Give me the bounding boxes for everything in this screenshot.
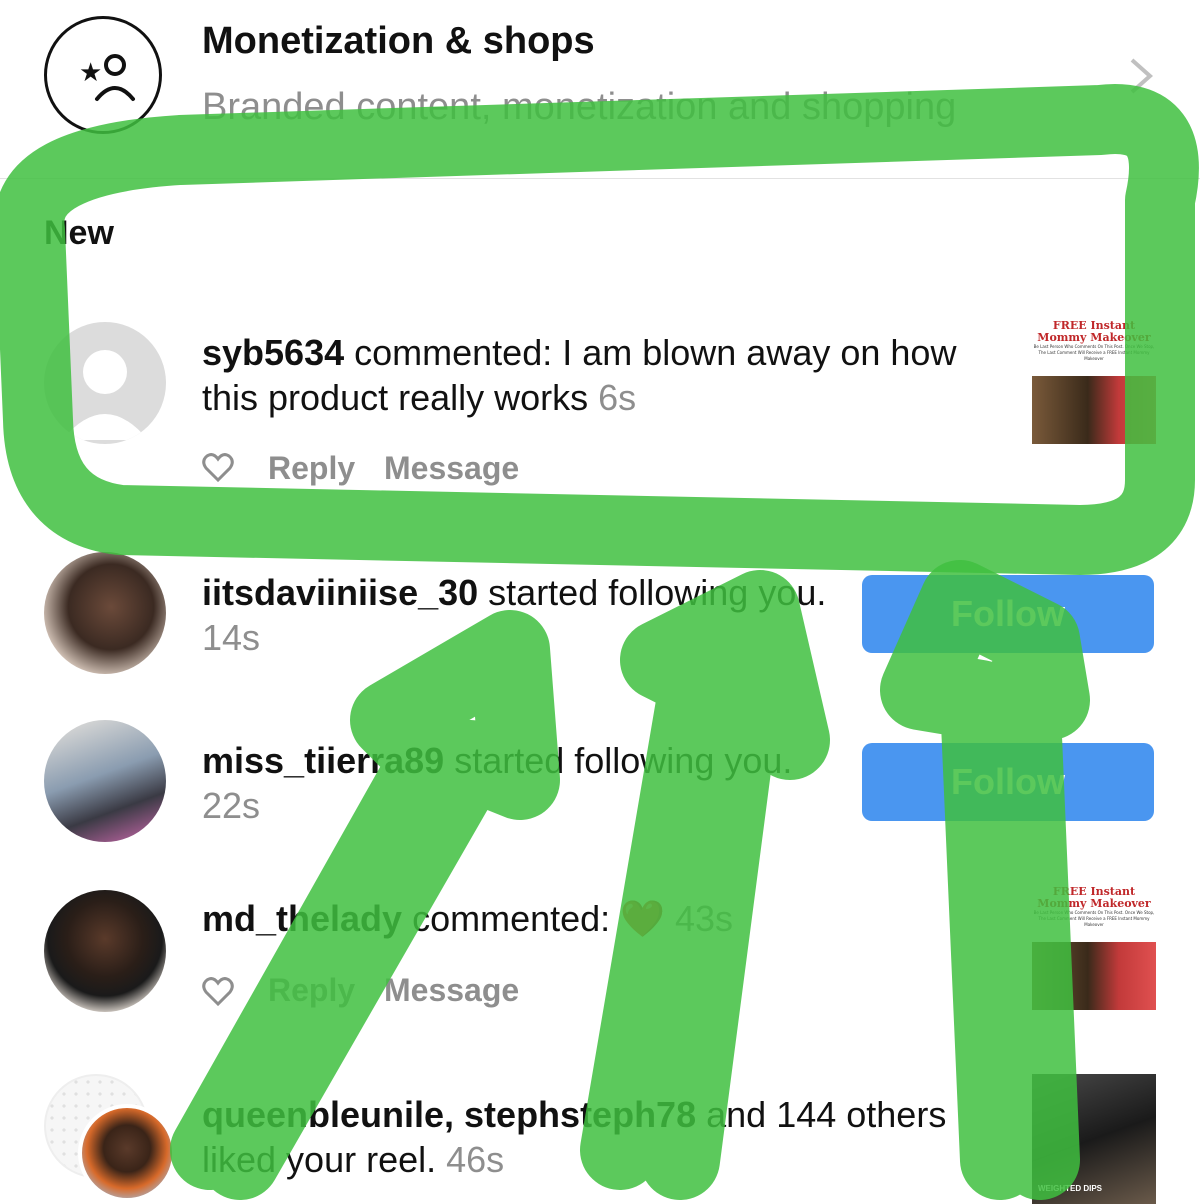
notification-text: started following you.: [454, 740, 793, 781]
timestamp: 14s: [202, 617, 261, 658]
section-header: New: [44, 214, 114, 252]
reply-button[interactable]: Reply: [268, 972, 355, 1009]
default-avatar-icon: [62, 350, 148, 440]
thumbnail-text: Be Last Person Who Comments On This Post…: [1033, 910, 1155, 927]
heart-outline-icon[interactable]: [202, 452, 234, 487]
notification-follow-iitsdaviiniise-30: iitsdaviiniise_30 started following you.…: [202, 570, 842, 660]
username-link[interactable]: queenbleunile, stephsteph78: [202, 1094, 696, 1135]
timestamp: 46s: [446, 1139, 505, 1180]
avatar-syb5634[interactable]: [44, 322, 166, 444]
notification-text: started following you.: [488, 572, 827, 613]
post-thumbnail[interactable]: FREE Instant Mommy Makeover Be Last Pers…: [1032, 886, 1156, 1010]
username-link[interactable]: md_thelady: [202, 898, 402, 939]
thumbnail-title: FREE Instant Mommy Makeover: [1037, 320, 1151, 344]
avatar-miss-tiierra89[interactable]: [44, 720, 166, 842]
message-button[interactable]: Message: [384, 450, 519, 487]
thumbnail-photo: [1032, 942, 1156, 1010]
reel-caption: WEIGHTED DIPS: [1038, 1184, 1103, 1193]
reply-button[interactable]: Reply: [268, 450, 355, 487]
notification-text: commented: ❤️: [412, 898, 665, 939]
monetization-title: Monetization & shops: [202, 20, 595, 62]
username-link[interactable]: syb5634: [202, 332, 344, 373]
notification-comment-md-thelady: md_thelady commented: ❤️ 43s: [202, 896, 1002, 941]
markup-arrow-middle: [580, 570, 830, 1200]
monetization-row[interactable]: ★ Monetization & shops Branded content, …: [0, 0, 1200, 178]
divider: [0, 178, 1200, 179]
avatar-md-thelady[interactable]: [44, 890, 166, 1012]
thumbnail-title: FREE Instant Mommy Makeover: [1037, 886, 1151, 910]
timestamp: 22s: [202, 785, 261, 826]
follow-button[interactable]: Follow: [862, 743, 1154, 821]
chevron-right-icon[interactable]: [1126, 56, 1156, 101]
svg-text:★: ★: [79, 58, 102, 88]
notification-comment-syb5634: syb5634 commented: I am blown away on ho…: [202, 330, 1002, 420]
notification-follow-miss-tiierra89: miss_tiierra89 started following you. 22…: [202, 738, 842, 828]
username-link[interactable]: miss_tiierra89: [202, 740, 444, 781]
timestamp: 6s: [598, 377, 637, 418]
monetization-subtitle: Branded content, monetization and shoppi…: [202, 86, 957, 128]
post-thumbnail[interactable]: FREE Instant Mommy Makeover Be Last Pers…: [1032, 320, 1156, 444]
notification-like-reel: queenbleunile, stephsteph78 and 144 othe…: [202, 1092, 982, 1182]
thumbnail-text: Be Last Person Who Comments On This Post…: [1033, 344, 1155, 361]
follow-button[interactable]: Follow: [862, 575, 1154, 653]
markup-arrow-right: [880, 560, 1090, 1200]
timestamp: 43s: [675, 898, 734, 939]
message-button[interactable]: Message: [384, 972, 519, 1009]
heart-outline-icon[interactable]: [202, 976, 234, 1011]
reel-thumbnail[interactable]: WEIGHTED DIPS: [1032, 1074, 1156, 1204]
monetization-icon: ★: [44, 16, 162, 134]
avatar-iitsdaviiniise-30[interactable]: [44, 552, 166, 674]
avatar-group-front[interactable]: [78, 1104, 176, 1202]
thumbnail-photo: [1032, 376, 1156, 444]
username-link[interactable]: iitsdaviiniise_30: [202, 572, 478, 613]
